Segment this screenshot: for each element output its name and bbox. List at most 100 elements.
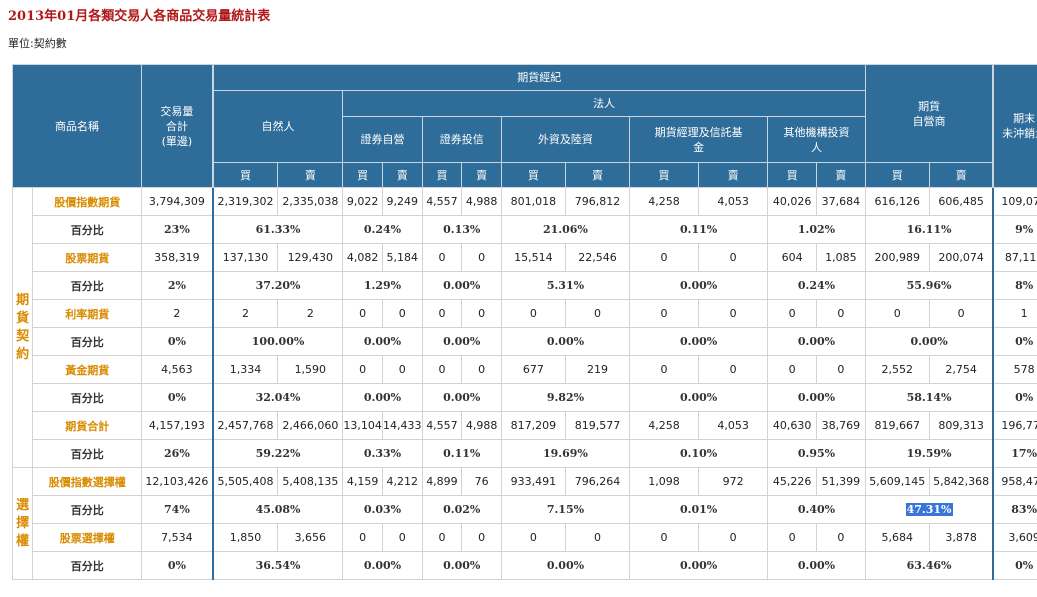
value-cell: 0	[564, 523, 630, 552]
percent-cell: 8%	[992, 271, 1037, 300]
value-cell: 2,754	[928, 355, 994, 384]
unit-label: 單位:契約數	[8, 37, 67, 50]
value-cell: 677	[500, 355, 566, 384]
percent-row: 百分比 26% 59.22% 0.33% 0.11% 19.69% 0.10% 0.95% 19…	[13, 439, 1037, 468]
header-open-interest: 期末 未沖銷量	[992, 64, 1037, 188]
header-sell: 賣	[816, 162, 866, 188]
percent-row: 百分比 0% 32.04% 0.00% 0.00% 9.82% 0.00% 0.00% 58.1…	[13, 383, 1037, 412]
value-cell: 817,209	[500, 411, 566, 440]
value-cell: 819,577	[564, 411, 630, 440]
product-name: 利率期貨	[32, 299, 143, 328]
percent-cell: 0%	[141, 383, 214, 412]
value-cell: 5,684	[864, 523, 930, 552]
percent-cell: 0.00%	[767, 383, 866, 412]
value-cell: 9,249	[381, 187, 423, 216]
percent-cell: 0.00%	[421, 327, 502, 356]
value-cell: 0	[698, 523, 769, 552]
percent-cell: 0.00%	[342, 327, 423, 356]
value-cell: 0	[767, 523, 817, 552]
table-row: 選擇權 股價指數選擇權 12,103,426 5,505,408 5,408,135 4,…	[11, 467, 1037, 580]
value-cell: 2,552	[864, 355, 930, 384]
value-cell: 5,505,408	[211, 467, 279, 496]
percent-row: 百分比 74% 45.08% 0.03% 0.02% 7.15% 0.01% 0.40% 47.…	[13, 495, 1037, 524]
stats-table-container: 商品名稱 交易量 合計 (單邊) 期貨經紀 期貨 自營商 期末 未沖銷量 自然人…	[11, 64, 1037, 580]
percent-cell: 17%	[992, 439, 1037, 468]
value-cell: 0	[500, 299, 566, 328]
value-cell: 3,878	[928, 523, 994, 552]
value-cell: 4,899	[421, 467, 463, 496]
header-other-institution: 其他機構投資 人	[767, 116, 866, 163]
percent-cell: 9%	[992, 215, 1037, 244]
percent-cell: 0.10%	[628, 439, 769, 468]
value-cell: 219	[564, 355, 630, 384]
product-name: 股票期貨	[32, 243, 143, 272]
percent-cell: 0.11%	[421, 439, 502, 468]
selected-text: 47.31%	[905, 503, 953, 516]
value-cell: 2,335,038	[277, 187, 344, 216]
value-cell: 4,557	[421, 187, 463, 216]
percent-cell: 63.46%	[864, 551, 994, 580]
header-sell: 賣	[698, 162, 769, 188]
value-cell: 4,212	[381, 467, 423, 496]
group-label: 期貨契約	[11, 187, 34, 468]
value-cell: 7,534	[141, 523, 214, 552]
value-cell: 1,334	[211, 355, 279, 384]
value-cell: 0	[381, 299, 423, 328]
value-cell: 109,073	[992, 187, 1037, 216]
percent-row: 百分比 0% 100.00% 0.00% 0.00% 0.00% 0.00% 0.00% 0.0…	[13, 327, 1037, 356]
percent-cell: 0.00%	[421, 383, 502, 412]
value-cell: 1	[992, 299, 1037, 328]
percent-cell: 0%	[992, 383, 1037, 412]
value-cell: 4,988	[461, 187, 502, 216]
percent-cell: 47.31%	[864, 495, 994, 524]
percent-cell: 0.00%	[342, 551, 423, 580]
value-cell: 2,466,060	[277, 411, 344, 440]
value-cell: 15,514	[500, 243, 566, 272]
value-cell: 0	[421, 243, 463, 272]
value-cell: 45,226	[767, 467, 817, 496]
percent-cell: 0%	[992, 551, 1037, 580]
percent-cell: 0.00%	[628, 327, 769, 356]
percent-cell: 59.22%	[211, 439, 344, 468]
header-buy: 買	[628, 162, 700, 188]
value-cell: 1,850	[211, 523, 279, 552]
value-cell: 12,103,426	[141, 467, 214, 496]
value-cell: 972	[698, 467, 769, 496]
header-securities-trust: 證券投信	[421, 116, 502, 163]
header-buy: 買	[500, 162, 566, 188]
percent-cell: 37.20%	[211, 271, 344, 300]
value-cell: 606,485	[928, 187, 994, 216]
value-cell: 4,258	[628, 187, 700, 216]
percent-row: 百分比 23% 61.33% 0.24% 0.13% 21.06% 0.11% 1.02% 16…	[13, 215, 1037, 244]
value-cell: 13,104	[342, 411, 383, 440]
percent-cell: 0.00%	[421, 271, 502, 300]
value-cell: 0	[698, 355, 769, 384]
value-cell: 4,988	[461, 411, 502, 440]
percent-cell: 19.69%	[500, 439, 630, 468]
percent-cell: 7.15%	[500, 495, 630, 524]
percent-cell: 16.11%	[864, 215, 994, 244]
percent-cell: 55.96%	[864, 271, 994, 300]
header-buy: 買	[342, 162, 383, 188]
value-cell: 4,157,193	[141, 411, 214, 440]
value-cell: 0	[564, 299, 630, 328]
percent-cell: 1.29%	[342, 271, 423, 300]
percent-cell: 23%	[141, 215, 214, 244]
value-cell: 38,769	[816, 411, 866, 440]
value-cell: 4,053	[698, 411, 769, 440]
percent-cell: 83%	[992, 495, 1037, 524]
percent-cell: 0.95%	[767, 439, 866, 468]
value-cell: 0	[816, 355, 866, 384]
percent-label: 百分比	[32, 271, 143, 300]
percent-cell: 0.00%	[628, 383, 769, 412]
value-cell: 578	[992, 355, 1037, 384]
header-dealer: 期貨 自營商	[864, 64, 994, 163]
header-total: 交易量 合計 (單邊)	[141, 64, 214, 188]
value-cell: 0	[421, 299, 463, 328]
value-cell: 5,184	[381, 243, 423, 272]
value-cell: 4,082	[342, 243, 383, 272]
value-cell: 0	[628, 243, 700, 272]
percent-cell: 0.00%	[500, 551, 630, 580]
value-cell: 9,022	[342, 187, 383, 216]
table-row: 股票選擇權 7,534 1,850 3,656 0 0 0 0 0 0 0 0 0 0 5,684 3,878…	[13, 523, 1037, 552]
